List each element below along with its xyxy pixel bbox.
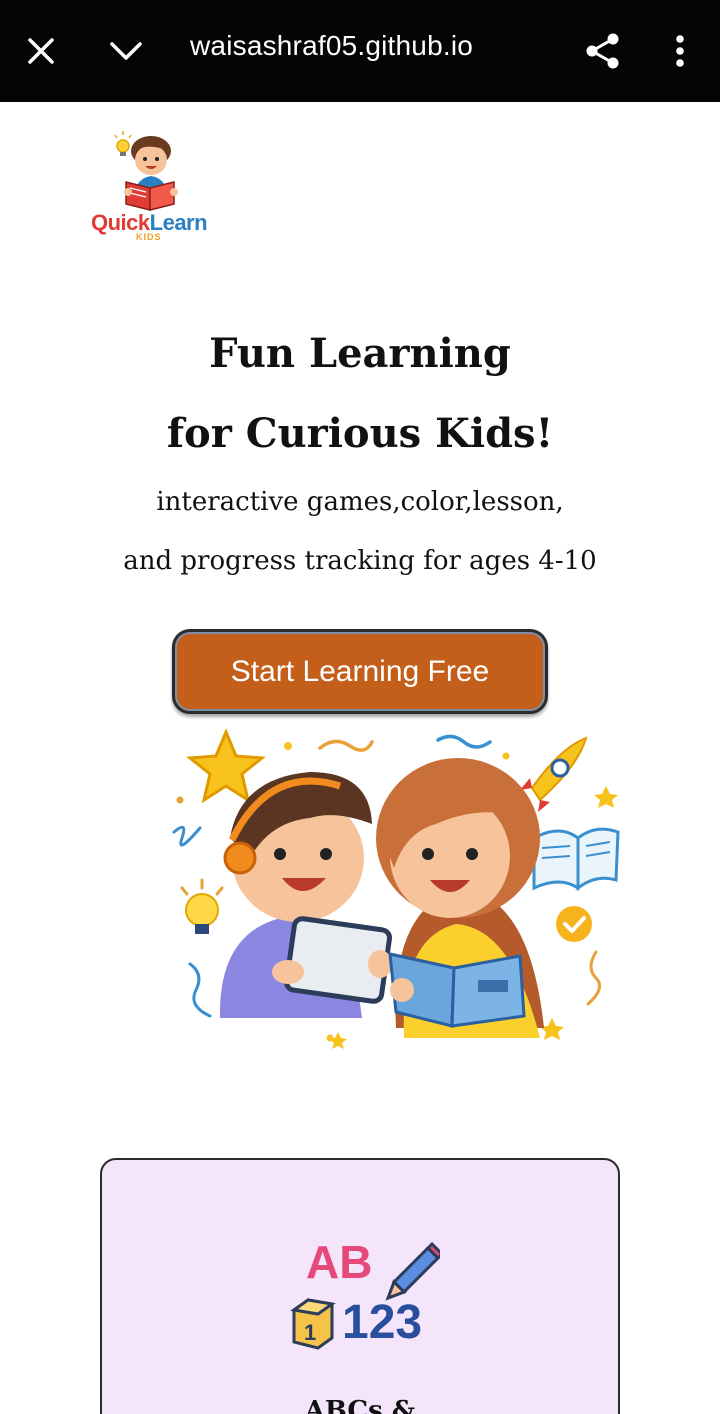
number-block-icon: 1 [290,1298,336,1350]
check-badge-icon [556,906,592,942]
star-icon [186,728,266,804]
girl-with-book [376,758,544,1038]
block-digit-text: 1 [304,1320,316,1345]
hero-subtitle-line2: and progress tracking for ages 4-10 [123,546,597,576]
start-learning-button[interactable]: Start Learning Free [172,629,548,714]
hero-subtitle-line1: interactive games,color,lesson, [156,487,564,517]
brand-logo[interactable]: QuickLearn KIDS [88,126,212,248]
feature-card-abcs[interactable]: AB 1 123 ABCs & [100,1158,620,1414]
lightbulb-icon [180,878,224,934]
abc-123-icon: AB 1 123 [290,1236,440,1350]
more-vert-icon[interactable] [655,26,705,76]
feature-card-title: ABCs & [304,1396,416,1414]
logo-boy-reading-icon [114,131,178,211]
browser-toolbar: waisashraf05.github.io [0,0,720,102]
hero-title-line1: Fun Learning [209,330,511,377]
chevron-down-icon[interactable] [101,26,151,76]
share-icon[interactable] [578,26,628,76]
open-book-icon [532,827,620,892]
kids-learning-illustration [172,728,620,1049]
pencil-icon [385,1241,440,1301]
boy-with-tablet [219,772,393,1018]
abc-letters-text: AB [306,1236,372,1288]
numbers-text: 123 [342,1296,422,1349]
url-text[interactable]: waisashraf05.github.io [190,30,473,62]
hero-title-line2: for Curious Kids! [166,410,554,457]
brand-tagline: KIDS [136,232,162,242]
close-icon[interactable] [16,26,66,76]
